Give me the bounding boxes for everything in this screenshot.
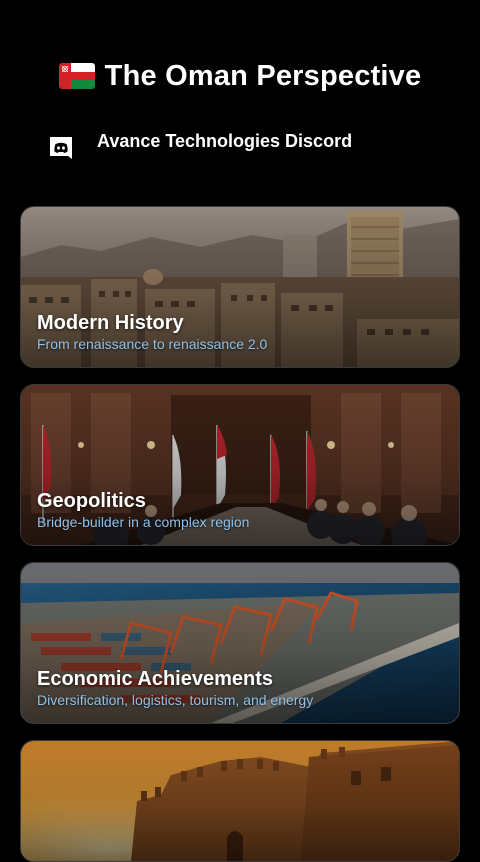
card-title: Economic Achievements [37, 668, 274, 690]
card-subtitle: From renaissance to renaissance 2.0 [37, 336, 268, 352]
card-title: Geopolitics [37, 490, 146, 512]
card-title: Modern History [37, 312, 184, 334]
card-economic-achievements[interactable]: Economic Achievements Diversification, l… [20, 562, 460, 724]
discord-link[interactable]: Avance Technologies Discord [48, 128, 448, 168]
discord-label: Avance Technologies Discord [97, 131, 353, 151]
oman-flag-icon [58, 63, 95, 89]
page-header: The Oman Perspective [0, 56, 480, 96]
card-geopolitics[interactable]: Geopolitics Bridge-builder in a complex … [20, 384, 460, 546]
card-modern-history[interactable]: Modern History From renaissance to renai… [20, 206, 460, 368]
page-title: The Oman Perspective [104, 59, 422, 92]
card-subtitle: Diversification, logistics, tourism, and… [37, 692, 314, 708]
discord-icon [48, 135, 74, 163]
card-subtitle: Bridge-builder in a complex region [37, 514, 250, 530]
